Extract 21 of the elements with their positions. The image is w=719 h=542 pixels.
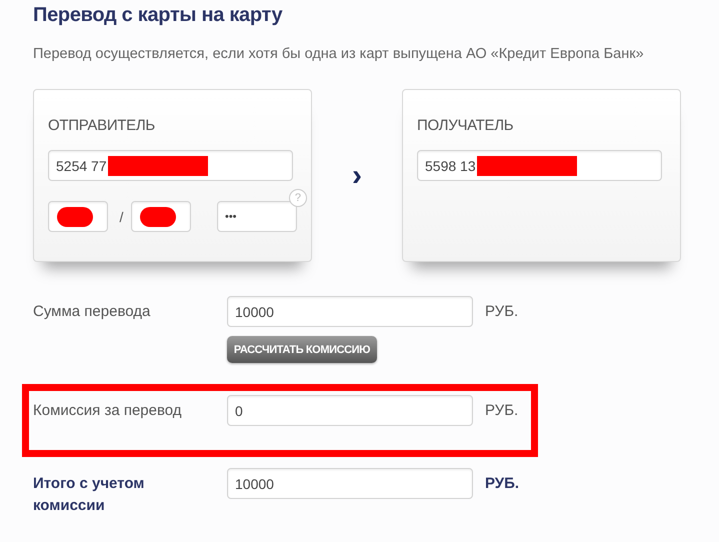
calculate-button[interactable]: РАССЧИТАТЬ КОМИССИЮ xyxy=(227,336,377,363)
currency-label: РУБ. xyxy=(485,474,520,492)
amount-field[interactable]: 10000 xyxy=(227,468,473,499)
amount-field[interactable]: 10000 xyxy=(227,296,473,327)
card-label: ПОЛУЧАТЕЛЬ xyxy=(417,117,514,134)
field-label: Сумма перевода xyxy=(33,302,152,322)
expiry-year-field[interactable] xyxy=(131,201,191,232)
page-title: Перевод с карты на карту xyxy=(33,4,284,27)
arrow-icon: › xyxy=(312,158,402,192)
currency-label: РУБ. xyxy=(485,401,520,419)
description-text: Перевод осуществляется, если хотя бы одна из карт выпущена АО «Кредит Европа Банк» xyxy=(33,46,645,62)
field-label: Комиссия за перевод xyxy=(33,401,183,421)
card-number-field[interactable]: 5598 13 xyxy=(417,150,662,181)
expiry-month-field[interactable] xyxy=(48,201,108,232)
amount-field[interactable]: 0 xyxy=(227,395,473,426)
card-label: ОТПРАВИТЕЛЬ xyxy=(48,117,156,134)
cvv-field[interactable]: ••• xyxy=(216,201,297,232)
slash-text: / xyxy=(120,208,124,224)
card-number-field[interactable]: 5254 77 xyxy=(48,150,293,181)
field-label: Итого с учетом комиссии xyxy=(33,474,146,516)
currency-label: РУБ. xyxy=(485,302,520,320)
